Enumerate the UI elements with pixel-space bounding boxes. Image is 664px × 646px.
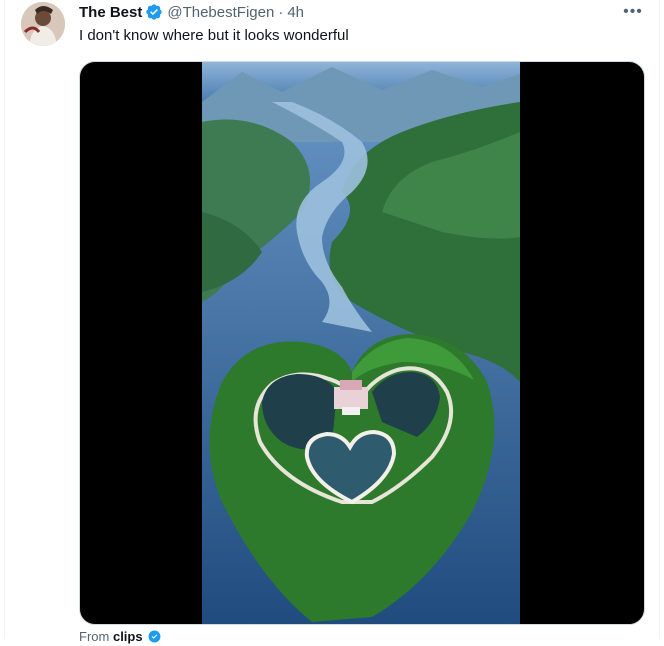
tweet-text: I don't know where but it looks wonderfu… [79,27,349,44]
author-handle[interactable]: @ThebestFigen [167,4,274,21]
verified-badge-icon [145,3,163,21]
avatar-image [21,2,65,46]
left-border [0,0,5,639]
source-verified-badge-icon [148,630,161,643]
more-options-icon[interactable]: ••• [617,1,649,23]
tweet-header: The Best @ThebestFigen · 4h [79,2,304,22]
separator-dot: · [278,3,284,21]
author-name[interactable]: The Best [79,4,142,21]
source-prefix: From [79,629,110,644]
right-border [659,0,664,639]
source-attribution: From clips [79,629,161,644]
tweet-timestamp[interactable]: 4h [287,4,304,21]
tweet-media[interactable] [79,61,645,625]
source-name[interactable]: clips [113,629,143,644]
avatar[interactable] [21,2,65,46]
media-image [202,62,520,624]
